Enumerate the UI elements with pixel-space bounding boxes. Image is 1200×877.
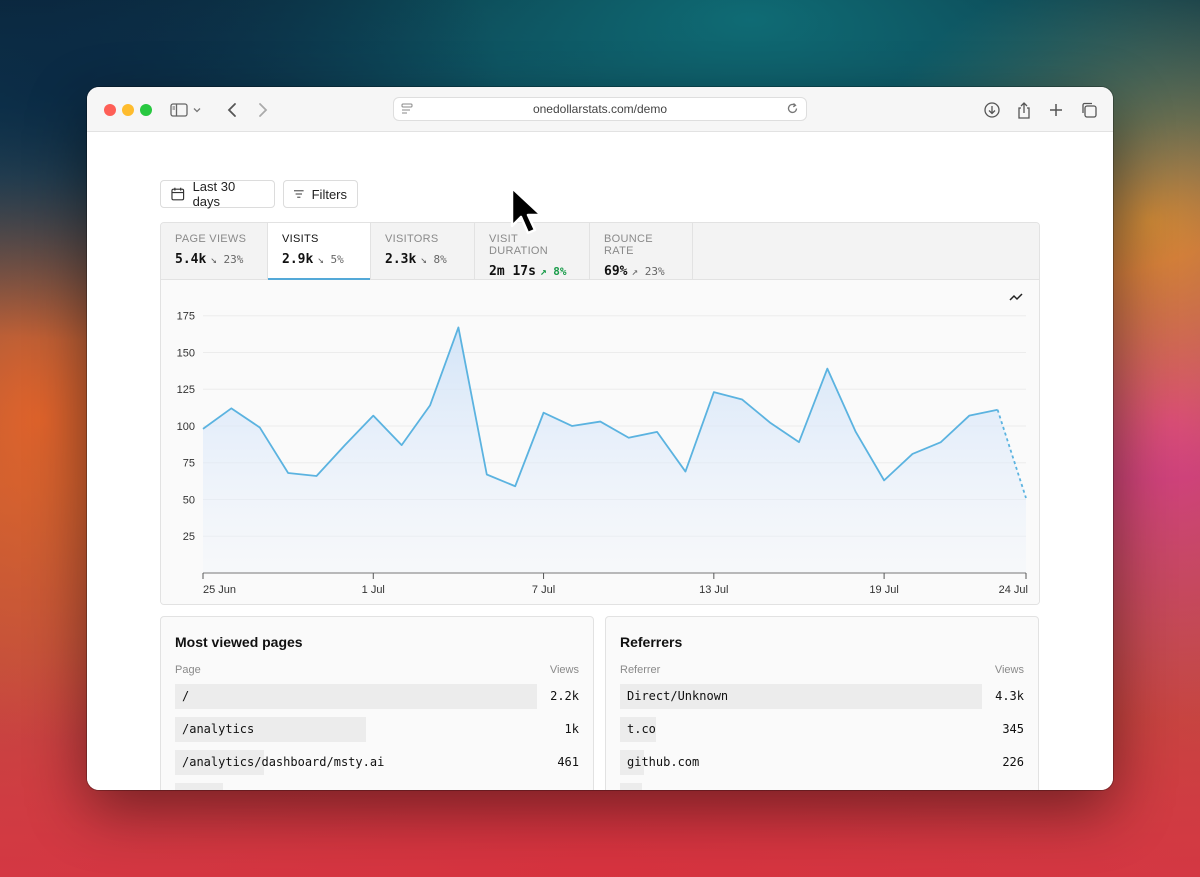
tab-visits[interactable]: VISITS 2.9k ↘ 5% — [268, 223, 371, 280]
metric-tabs: PAGE VIEWS 5.4k ↘ 23% VISITS 2.9k ↘ 5% VIS… — [161, 223, 1039, 280]
date-range-label: Last 30 days — [192, 179, 236, 209]
tab-page-views[interactable]: PAGE VIEWS 5.4k ↘ 23% — [161, 223, 268, 279]
stats-card: PAGE VIEWS 5.4k ↘ 23% VISITS 2.9k ↘ 5% VIS… — [160, 222, 1040, 605]
visits-chart: 25 50 75 100 125 150 175 25 Jun 1 Jul 7 Jul 13 Jul… — [177, 293, 1028, 596]
metric-delta: ↗ 8% — [539, 265, 567, 278]
list-item[interactable] — [620, 783, 1024, 790]
row-value: 1k — [564, 722, 579, 736]
x-tick-label: 25 Jun — [203, 584, 236, 596]
row-label: / — [182, 689, 190, 703]
filter-icon — [294, 190, 304, 198]
address-bar[interactable]: onedollarstats.com/demo — [393, 97, 807, 121]
back-icon[interactable] — [221, 99, 243, 121]
column-header-views: Views — [994, 664, 1024, 676]
share-icon[interactable] — [1013, 99, 1035, 121]
list-item[interactable]: / 2.2k — [175, 684, 579, 709]
tab-label: VISITORS — [385, 233, 439, 245]
new-tab-icon[interactable] — [1045, 99, 1067, 121]
page-content: Last 30 days Filters PAGE VIEWS 5.4k ↘ 23… — [87, 132, 1113, 790]
list-item[interactable]: /analytics 1k — [175, 717, 579, 742]
metric-delta: ↘ 23% — [210, 253, 244, 266]
filters-button[interactable]: Filters — [283, 180, 358, 208]
chevron-down-icon[interactable] — [191, 99, 203, 121]
row-label: github.com — [627, 755, 700, 769]
browser-window: onedollarstats.com/demo Last 30 days Fil… — [87, 87, 1113, 790]
y-tick-label: 25 — [183, 531, 195, 543]
row-value: 345 — [1002, 722, 1024, 736]
date-range-button[interactable]: Last 30 days — [160, 179, 275, 209]
column-header-views: Views — [549, 664, 579, 676]
y-tick-label: 50 — [183, 494, 195, 506]
row-value: 2.2k — [550, 689, 579, 703]
metric-value: 2.9k — [282, 252, 314, 267]
list-item[interactable]: /analytics/dashboard/msty.ai 461 — [175, 750, 579, 775]
row-label: t.co — [627, 722, 656, 736]
metric-value: 2m 17s — [489, 264, 536, 279]
tab-label: VISITS — [282, 233, 319, 245]
metric-value: 69% — [604, 264, 628, 279]
row-value: 461 — [557, 755, 579, 769]
title-bar: onedollarstats.com/demo — [87, 87, 1113, 132]
most-viewed-pages-panel: Most viewed pages Page Views / 2.2k /ana… — [160, 616, 594, 790]
chart-type-icon[interactable] — [1009, 293, 1023, 301]
y-tick-label: 75 — [183, 458, 195, 470]
referrers-panel: Referrers Referrer Views Direct/Unknown … — [605, 616, 1039, 790]
chart-area: 25 50 75 100 125 150 175 25 Jun 1 Jul 7 Jul 13 Jul… — [161, 281, 1039, 604]
row-label: Direct/Unknown — [627, 689, 729, 703]
x-tick-label: 24 Jul — [999, 584, 1028, 596]
x-tick-label: 19 Jul — [869, 584, 898, 596]
tab-label: PAGE VIEWS — [175, 233, 247, 245]
minimize-window-button[interactable] — [122, 104, 134, 116]
tab-label: BOUNCE RATE — [604, 233, 653, 257]
calendar-icon — [171, 187, 185, 201]
row-value: 226 — [1002, 755, 1024, 769]
download-icon[interactable] — [981, 99, 1003, 121]
metric-delta: ↗ 23% — [631, 265, 665, 278]
metric-value: 5.4k — [175, 252, 207, 267]
row-bar — [175, 684, 537, 709]
row-bar — [620, 783, 642, 790]
tab-overview-icon[interactable] — [1078, 99, 1100, 121]
close-window-button[interactable] — [104, 104, 116, 116]
list-item[interactable] — [175, 783, 579, 790]
metric-delta: ↘ 8% — [420, 253, 447, 266]
filters-label: Filters — [311, 186, 347, 202]
row-label: /analytics — [182, 722, 255, 736]
list-item[interactable]: Direct/Unknown 4.3k — [620, 684, 1024, 709]
panel-title: Referrers — [620, 634, 683, 650]
zoom-window-button[interactable] — [140, 104, 152, 116]
url-text[interactable]: onedollarstats.com/demo — [533, 102, 667, 116]
list-item[interactable]: github.com 226 — [620, 750, 1024, 775]
column-header-referrer: Referrer — [620, 664, 661, 676]
tab-visitors[interactable]: VISITORS 2.3k ↘ 8% — [371, 223, 475, 279]
y-tick-label: 100 — [177, 421, 195, 433]
x-tick-label: 1 Jul — [362, 584, 385, 596]
x-tick-label: 7 Jul — [532, 584, 555, 596]
metric-value: 2.3k — [385, 252, 417, 267]
forward-icon[interactable] — [252, 99, 274, 121]
row-label: /analytics/dashboard/msty.ai — [182, 755, 385, 769]
sidebar-toggle-icon[interactable] — [168, 99, 190, 121]
metric-delta: ↘ 5% — [317, 253, 344, 266]
page-menu-icon[interactable] — [401, 103, 413, 118]
column-header-page: Page — [175, 664, 201, 676]
tab-bounce-rate[interactable]: BOUNCE RATE 69% ↗ 23% — [590, 223, 693, 279]
mouse-cursor-icon — [510, 186, 543, 235]
y-tick-label: 175 — [177, 311, 195, 323]
y-tick-label: 125 — [177, 384, 195, 396]
panel-title: Most viewed pages — [175, 634, 303, 650]
y-tick-label: 150 — [177, 347, 195, 359]
row-value: 4.3k — [995, 689, 1024, 703]
x-tick-label: 13 Jul — [699, 584, 728, 596]
row-bar — [175, 783, 223, 790]
reload-icon[interactable] — [786, 102, 799, 118]
list-item[interactable]: t.co 345 — [620, 717, 1024, 742]
series-area — [203, 327, 1026, 573]
